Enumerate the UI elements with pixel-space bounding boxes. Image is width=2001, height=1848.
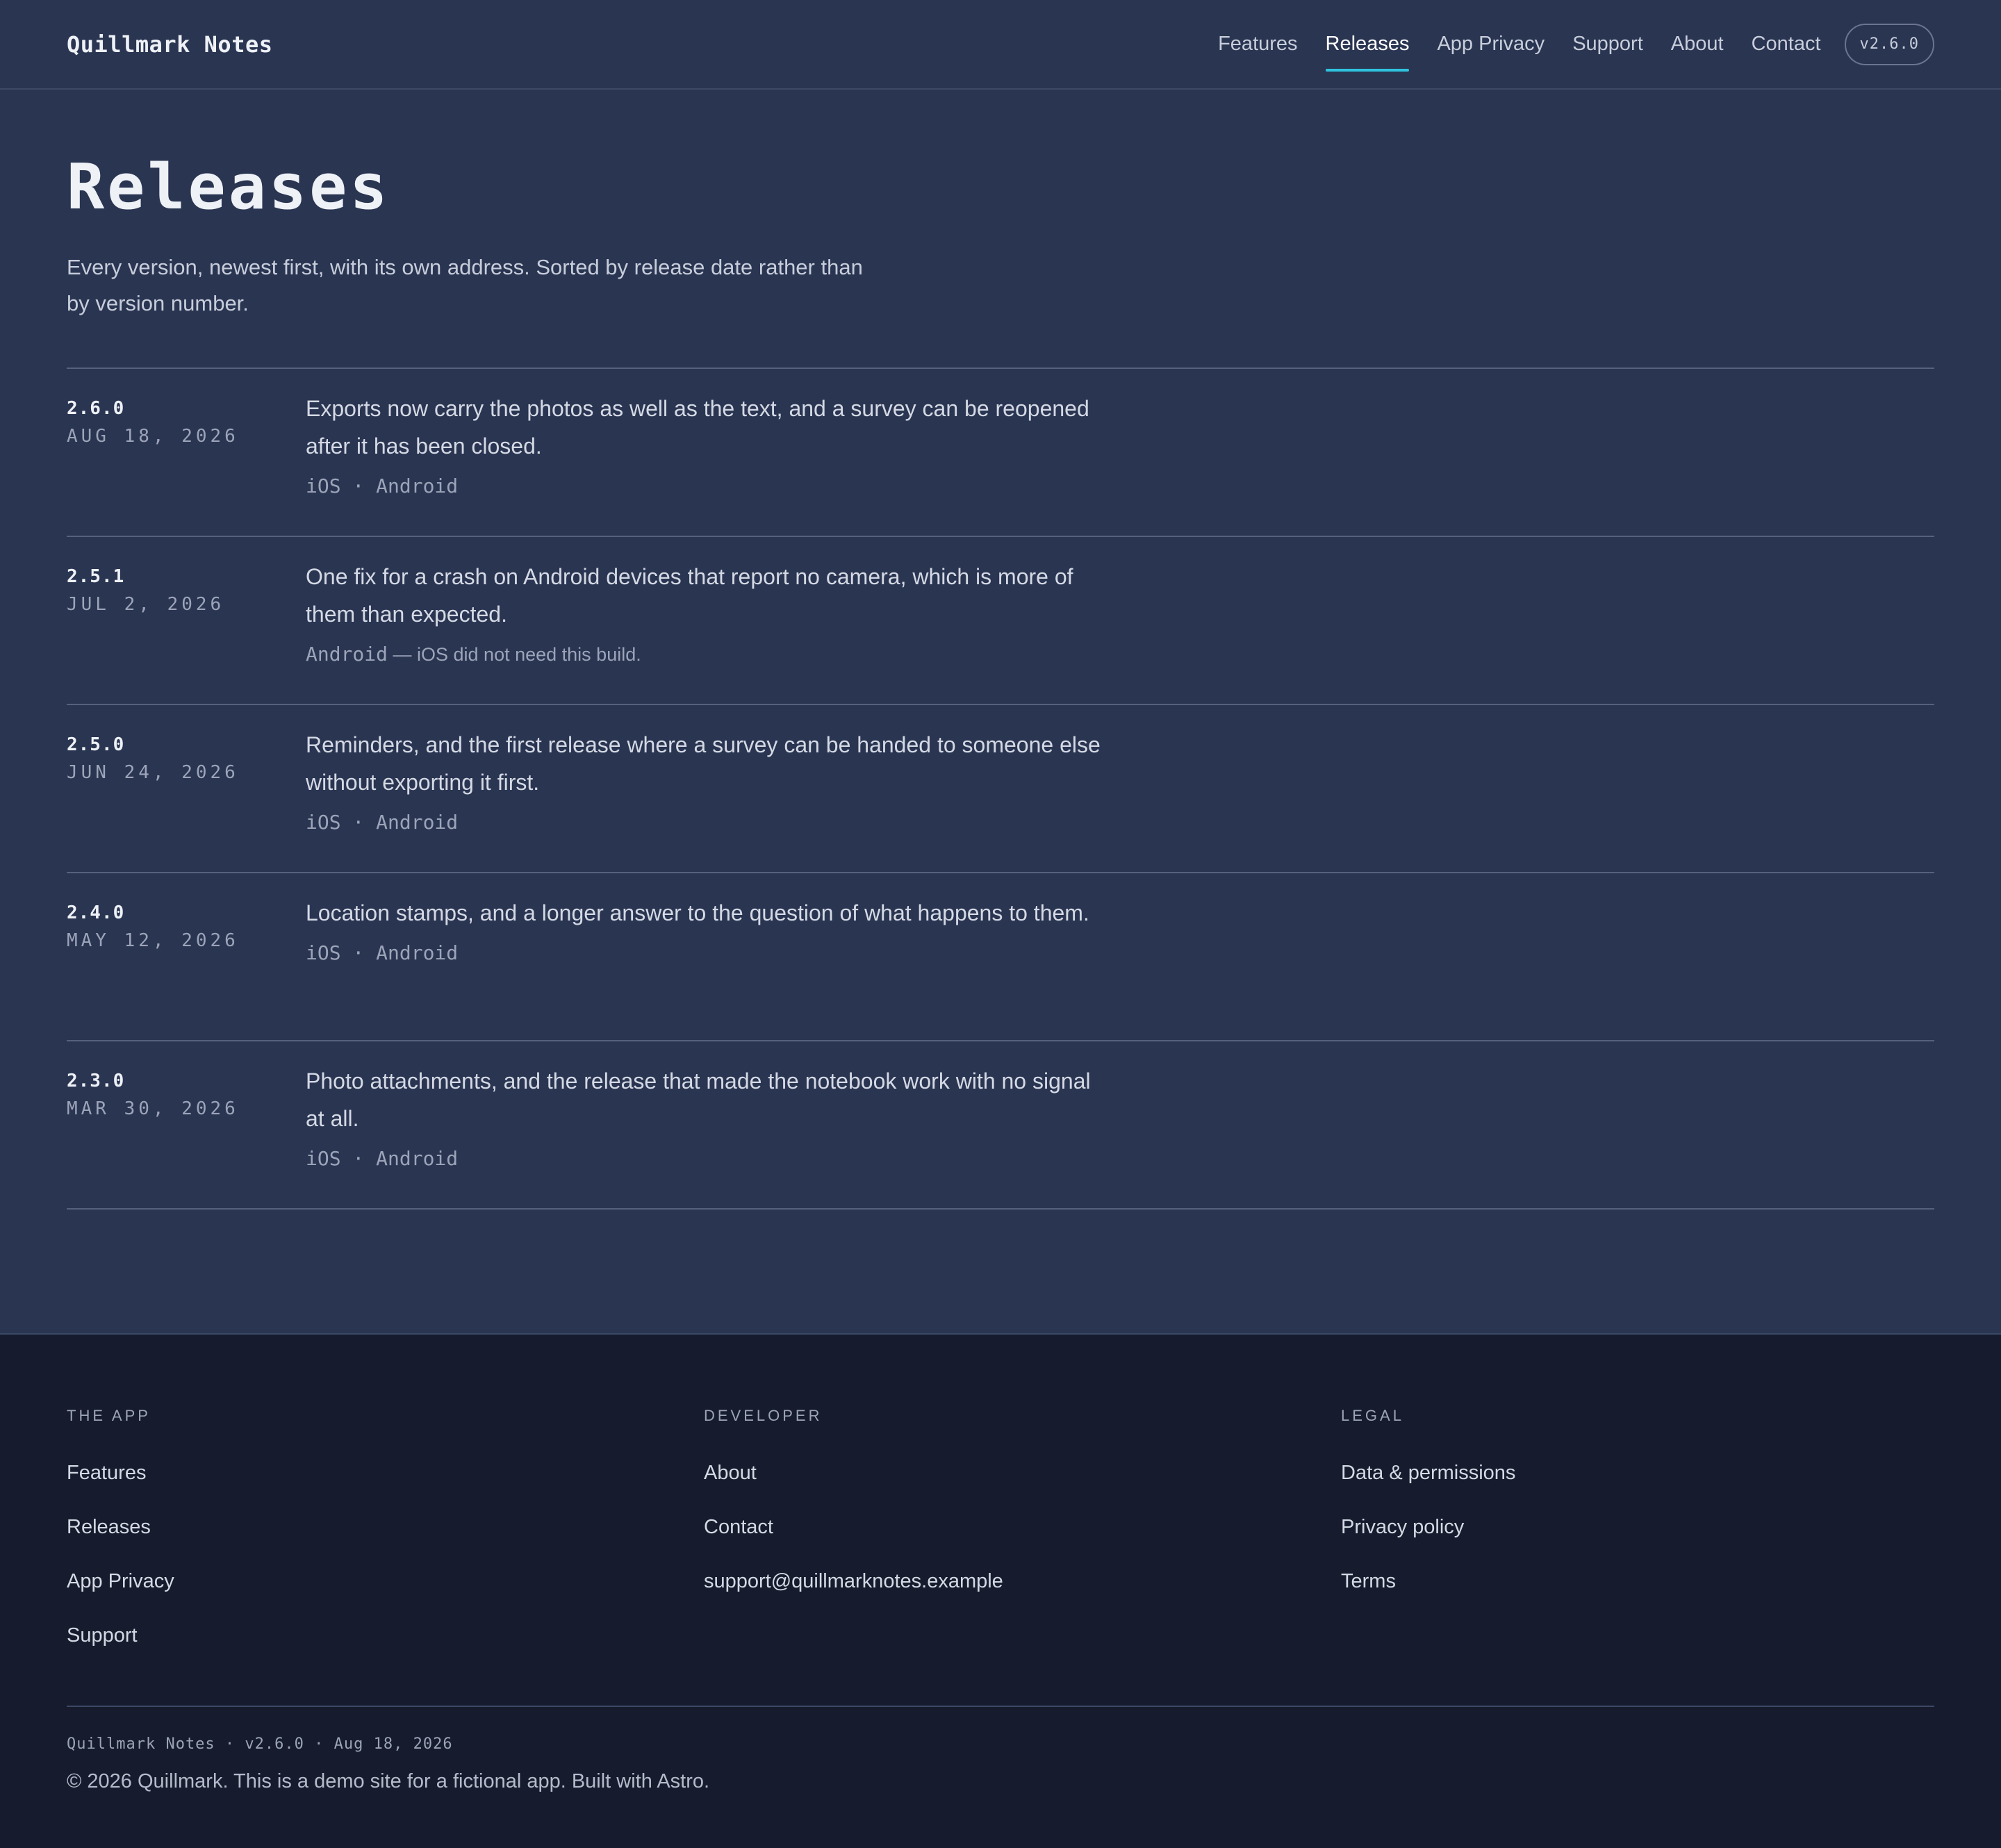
page-intro: Every version, newest first, with its ow… [67, 255, 863, 315]
footer-link-support-email[interactable]: support@quillmarknotes.example [704, 1554, 1341, 1608]
release-body: Photo attachments, and the release that … [306, 1069, 1112, 1208]
release-meta: 2.3.0 MAR 30, 2026 [67, 1071, 306, 1208]
release-meta: 2.4.0 MAY 12, 2026 [67, 902, 306, 1040]
release-summary: Photo attachments, and the release that … [306, 1069, 1091, 1131]
footer-link-app-privacy[interactable]: App Privacy [67, 1554, 704, 1608]
brand-logo[interactable]: Quillmark Notes [67, 31, 272, 58]
nav-features[interactable]: Features [1218, 0, 1297, 88]
main-nav: Features Releases App Privacy Support Ab… [1190, 0, 1934, 88]
footer-column-the-app: THE APP Features Releases App Privacy Su… [67, 1407, 704, 1663]
release-body: Reminders, and the first release where a… [306, 732, 1112, 872]
release-version[interactable]: 2.5.1 [67, 566, 306, 587]
footer-link-releases[interactable]: Releases [67, 1500, 704, 1554]
release-platforms: iOS · Android [306, 1147, 459, 1170]
page-title: Releases [67, 151, 390, 224]
main-content: Releases Every version, newest first, wi… [67, 90, 1934, 1210]
release-platforms: iOS · Android [306, 475, 459, 497]
nav-app-privacy[interactable]: App Privacy [1437, 0, 1545, 88]
release-item[interactable]: 2.5.0 JUN 24, 2026 Reminders, and the fi… [67, 705, 1934, 873]
release-item[interactable]: 2.4.0 MAY 12, 2026 Location stamps, and … [67, 873, 1934, 1041]
release-meta: 2.5.1 JUL 2, 2026 [67, 566, 306, 704]
nav-about[interactable]: About [1671, 0, 1724, 88]
footer-link-privacy-policy[interactable]: Privacy policy [1341, 1500, 1978, 1554]
release-note: — iOS did not need this build. [388, 644, 641, 665]
release-summary: Location stamps, and a longer answer to … [306, 900, 1089, 925]
release-meta: 2.5.0 JUN 24, 2026 [67, 734, 306, 872]
nav-contact[interactable]: Contact [1752, 0, 1821, 88]
release-platform-note: Android — iOS did not need this build. [306, 643, 1112, 666]
nav-releases[interactable]: Releases [1325, 0, 1409, 88]
release-date: MAY 12, 2026 [67, 930, 239, 951]
footer-links: Data & permissions Privacy policy Terms [1341, 1446, 1978, 1608]
site-footer: THE APP Features Releases App Privacy Su… [0, 1333, 2001, 1848]
footer-link-terms[interactable]: Terms [1341, 1554, 1978, 1608]
site-header: Quillmark Notes Features Releases App Pr… [0, 0, 2001, 90]
footer-heading: LEGAL [1341, 1407, 1404, 1424]
release-date: JUL 2, 2026 [67, 594, 225, 615]
footer-copyright: © 2026 Quillmark. This is a demo site fo… [67, 1770, 710, 1792]
release-platforms: iOS · Android [306, 811, 459, 834]
footer-link-about[interactable]: About [704, 1446, 1341, 1500]
release-body: Location stamps, and a longer answer to … [306, 900, 1112, 1040]
release-platforms: Android [306, 643, 388, 666]
footer-link-contact[interactable]: Contact [704, 1500, 1341, 1554]
release-body: One fix for a crash on Android devices t… [306, 564, 1112, 704]
footer-column-developer: DEVELOPER About Contact support@quillmar… [704, 1407, 1341, 1663]
release-summary: Reminders, and the first release where a… [306, 732, 1101, 795]
release-body: Exports now carry the photos as well as … [306, 396, 1112, 536]
footer-columns: THE APP Features Releases App Privacy Su… [67, 1407, 1978, 1663]
release-summary: Exports now carry the photos as well as … [306, 396, 1089, 459]
release-date: MAR 30, 2026 [67, 1098, 239, 1119]
release-summary: One fix for a crash on Android devices t… [306, 564, 1073, 627]
release-item[interactable]: 2.5.1 JUL 2, 2026 One fix for a crash on… [67, 537, 1934, 705]
footer-heading: DEVELOPER [704, 1407, 823, 1424]
nav-support[interactable]: Support [1572, 0, 1643, 88]
footer-heading: THE APP [67, 1407, 151, 1424]
footer-link-data-permissions[interactable]: Data & permissions [1341, 1446, 1978, 1500]
release-list: 2.6.0 AUG 18, 2026 Exports now carry the… [67, 368, 1934, 1210]
release-platforms: iOS · Android [306, 941, 459, 964]
release-meta: 2.6.0 AUG 18, 2026 [67, 398, 306, 536]
footer-column-legal: LEGAL Data & permissions Privacy policy … [1341, 1407, 1978, 1663]
footer-links: Features Releases App Privacy Support [67, 1446, 704, 1663]
release-item[interactable]: 2.3.0 MAR 30, 2026 Photo attachments, an… [67, 1041, 1934, 1210]
release-date: JUN 24, 2026 [67, 762, 239, 783]
release-version[interactable]: 2.3.0 [67, 1071, 306, 1091]
footer-links: About Contact support@quillmarknotes.exa… [704, 1446, 1341, 1608]
release-version[interactable]: 2.5.0 [67, 734, 306, 755]
release-date: AUG 18, 2026 [67, 426, 239, 447]
version-badge[interactable]: v2.6.0 [1844, 23, 1934, 65]
footer-link-support[interactable]: Support [67, 1608, 704, 1663]
footer-version-meta: Quillmark Notes · v2.6.0 · Aug 18, 2026 [67, 1735, 453, 1753]
footer-link-features[interactable]: Features [67, 1446, 704, 1500]
release-version[interactable]: 2.6.0 [67, 398, 306, 419]
release-item[interactable]: 2.6.0 AUG 18, 2026 Exports now carry the… [67, 369, 1934, 537]
release-version[interactable]: 2.4.0 [67, 902, 306, 923]
footer-divider [67, 1706, 1934, 1707]
